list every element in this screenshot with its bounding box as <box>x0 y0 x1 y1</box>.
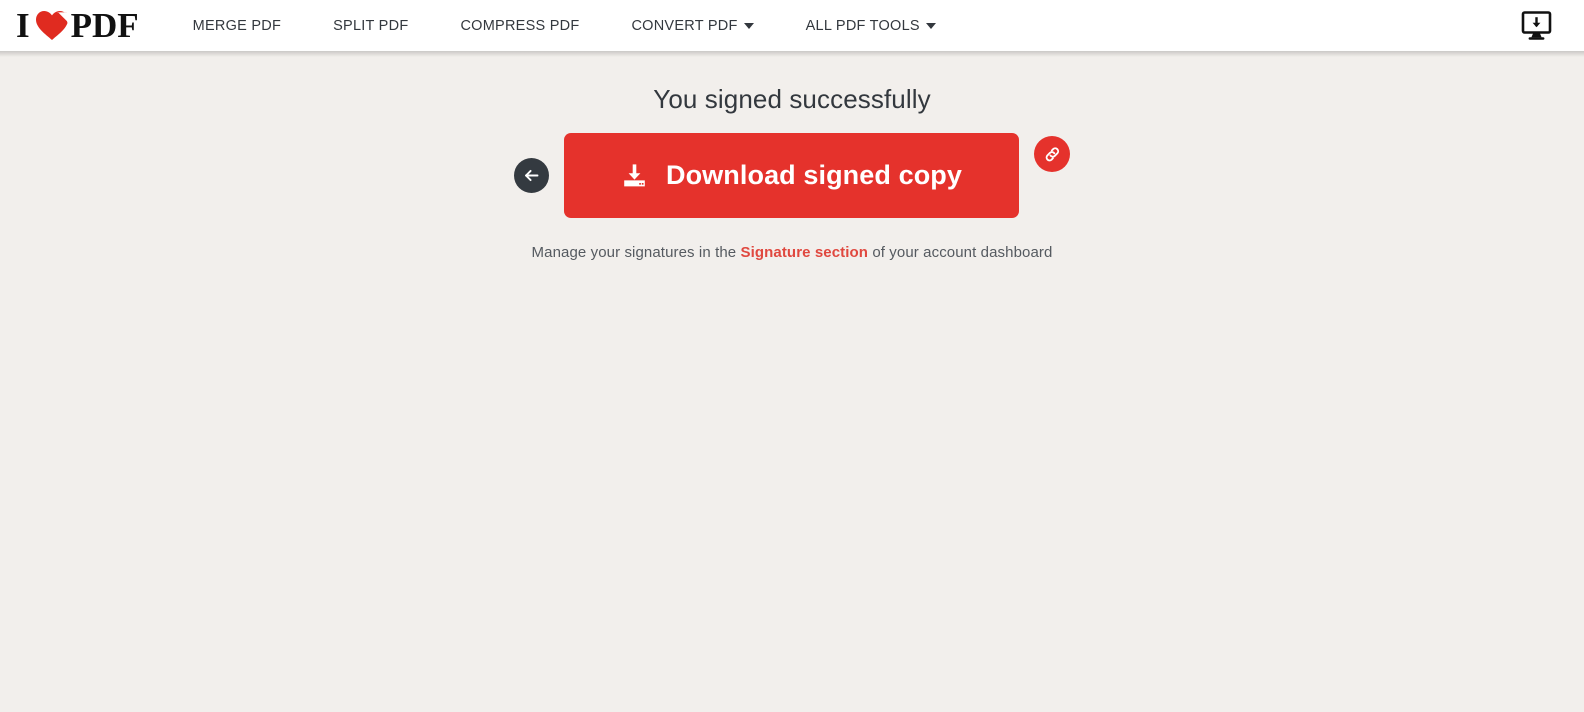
nav-item-label: CONVERT PDF <box>631 17 738 34</box>
copy-link-button[interactable] <box>1034 136 1070 173</box>
download-button-label: Download signed copy <box>665 160 963 191</box>
nav-item-all-pdf-tools[interactable]: ALL PDF TOOLS <box>806 18 936 34</box>
nav-item-merge-pdf[interactable]: MERGE PDF <box>193 18 281 34</box>
page-title: You signed successfully <box>653 84 931 114</box>
success-panel: You signed successfully Download signed … <box>0 84 1584 261</box>
header-actions <box>1516 6 1556 46</box>
nav-item-convert-pdf[interactable]: CONVERT PDF <box>631 17 754 34</box>
nav-item-label: SPLIT PDF <box>333 17 409 34</box>
download-icon <box>621 162 648 189</box>
heart-page-fold-icon <box>35 10 69 41</box>
action-row: Download signed copy <box>514 133 1070 219</box>
logo-text-left: I <box>16 6 30 45</box>
nav-item-compress-pdf[interactable]: COMPRESS PDF <box>460 18 579 34</box>
nav-item-label: COMPRESS PDF <box>460 17 580 34</box>
nav-item-label: MERGE PDF <box>192 17 282 34</box>
chevron-down-icon <box>925 22 936 29</box>
signature-hint-before: Manage your signatures in the <box>531 244 741 262</box>
main-nav: MERGE PDF SPLIT PDF COMPRESS PDF CONVERT… <box>193 0 936 51</box>
signature-section-link[interactable]: Signature section <box>741 244 869 261</box>
signature-hint: Manage your signatures in the Signature … <box>532 244 1053 261</box>
arrow-left-icon <box>525 170 539 182</box>
signature-hint-after: of your account dashboard <box>868 244 1053 262</box>
back-button[interactable] <box>514 158 549 194</box>
main-content: You signed successfully Download signed … <box>0 51 1584 712</box>
nav-item-label: ALL PDF TOOLS <box>805 17 920 34</box>
logo-text-right: PDF <box>70 6 139 45</box>
chevron-down-icon <box>743 22 754 29</box>
nav-item-split-pdf[interactable]: SPLIT PDF <box>333 18 408 34</box>
download-signed-copy-button[interactable]: Download signed copy <box>564 133 1019 219</box>
desktop-download-icon[interactable] <box>1516 6 1556 46</box>
logo[interactable]: I PDF <box>16 0 139 51</box>
link-chain-icon <box>1045 147 1059 161</box>
site-header: I PDF MERGE PDF SPLIT PDF COMPRESS PDF C… <box>0 0 1584 57</box>
